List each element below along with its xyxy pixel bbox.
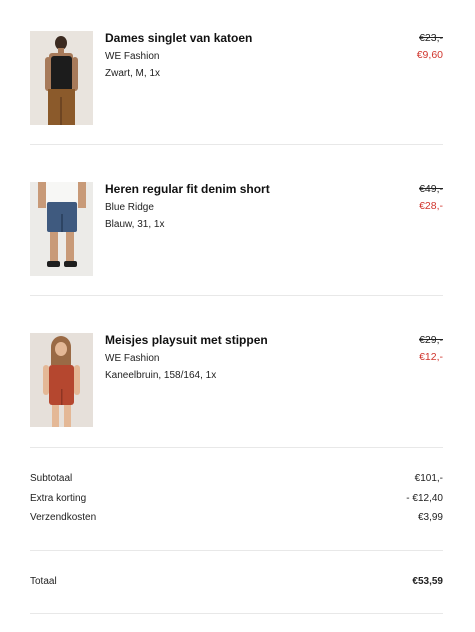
sale-price: €12,- <box>419 351 443 363</box>
discount-value: - €12,40 <box>406 493 443 504</box>
subtotal-value: €101,- <box>414 473 443 484</box>
cart-item: Heren regular fit denim short Blue Ridge… <box>30 182 443 334</box>
product-variant: Kaneelbruin, 158/164, 1x <box>105 370 217 381</box>
product-variant: Zwart, M, 1x <box>105 68 161 79</box>
product-name[interactable]: Meisjes playsuit met stippen <box>105 333 268 347</box>
product-name[interactable]: Dames singlet van katoen <box>105 31 252 45</box>
product-brand: WE Fashion <box>105 353 160 364</box>
original-price: €49,- <box>419 183 443 195</box>
discount-label: Extra korting <box>30 493 87 504</box>
product-brand: Blue Ridge <box>105 202 154 213</box>
sale-price: €28,- <box>419 200 443 212</box>
product-brand: WE Fashion <box>105 51 160 62</box>
total-row: Totaal €53,59 <box>30 576 443 592</box>
cart-item: Meisjes playsuit met stippen WE Fashion … <box>30 333 443 485</box>
shipping-label: Verzendkosten <box>30 512 97 523</box>
product-image[interactable] <box>30 31 93 125</box>
product-name[interactable]: Heren regular fit denim short <box>105 182 270 196</box>
shipping-row: Verzendkosten €3,99 <box>30 512 443 528</box>
total-value: €53,59 <box>412 576 443 587</box>
divider <box>30 144 443 145</box>
sale-price: €9,60 <box>416 49 443 61</box>
product-variant: Blauw, 31, 1x <box>105 219 165 230</box>
divider <box>30 613 443 614</box>
subtotal-label: Subtotaal <box>30 473 73 484</box>
divider <box>30 447 443 448</box>
product-image[interactable] <box>30 182 93 276</box>
subtotal-row: Subtotaal €101,- <box>30 473 443 489</box>
cart-item: Dames singlet van katoen WE Fashion Zwar… <box>30 31 443 183</box>
product-image[interactable] <box>30 333 93 427</box>
divider <box>30 550 443 551</box>
shipping-value: €3,99 <box>417 512 443 523</box>
original-price: €23,- <box>419 32 443 44</box>
discount-row: Extra korting - €12,40 <box>30 493 443 509</box>
total-label: Totaal <box>30 576 57 587</box>
divider <box>30 295 443 296</box>
original-price: €29,- <box>419 334 443 346</box>
